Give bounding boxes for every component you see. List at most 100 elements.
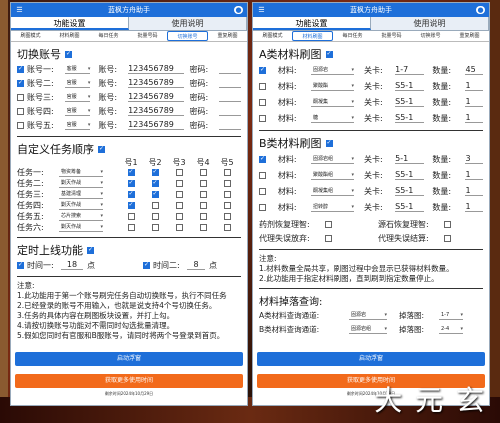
task-account-checkbox[interactable] — [199, 169, 207, 176]
task-account-checkbox[interactable] — [151, 179, 159, 187]
tab-function-settings[interactable]: 功能设置 — [11, 17, 129, 30]
material-checkbox[interactable] — [259, 98, 266, 106]
task-account-checkbox[interactable] — [151, 168, 159, 176]
material-select[interactable]: 聚酸酯 — [311, 82, 354, 91]
stage-input[interactable]: S5-1 — [395, 81, 425, 91]
password-input[interactable] — [219, 78, 241, 88]
qty-input[interactable]: 45 — [465, 65, 484, 75]
task-account-checkbox[interactable] — [127, 201, 135, 209]
material-checkbox[interactable] — [259, 66, 266, 74]
material-select[interactable]: 固源岩组 — [311, 155, 354, 164]
time2-input[interactable]: 8 — [187, 260, 205, 270]
menu-icon[interactable]: ☰ — [257, 6, 266, 14]
account-checkbox[interactable] — [17, 65, 24, 73]
server-select[interactable]: 客服 — [64, 65, 91, 74]
material-select[interactable]: 聚酸酯组 — [311, 171, 354, 180]
task-select[interactable]: 物资筹备 — [59, 168, 103, 177]
subtab-material[interactable]: 材料刷图 — [292, 31, 333, 41]
subtab-daily[interactable]: 每日任务 — [333, 31, 372, 41]
account-input[interactable]: 123456789 — [128, 92, 184, 102]
time1-input[interactable]: 18 — [61, 260, 83, 270]
chat-icon[interactable]: ● — [476, 6, 485, 14]
time2-checkbox[interactable] — [143, 261, 150, 269]
task-account-checkbox[interactable] — [199, 191, 207, 198]
qty-input[interactable]: 1 — [465, 81, 484, 91]
subtab-batch[interactable]: 批量号码 — [372, 31, 411, 41]
task-account-checkbox[interactable] — [223, 213, 231, 220]
a-query-select[interactable]: 固源岩 — [349, 311, 387, 320]
subtab-switch-account[interactable]: 切换账号 — [411, 31, 450, 41]
qty-input[interactable]: 1 — [465, 170, 484, 180]
task-account-checkbox[interactable] — [151, 202, 159, 209]
material-select[interactable]: 糖 — [311, 114, 354, 123]
server-select[interactable]: 官服 — [64, 79, 91, 88]
material-checkbox[interactable] — [259, 155, 266, 163]
account-input[interactable]: 123456789 — [128, 120, 184, 130]
account-input[interactable]: 123456789 — [128, 106, 184, 116]
stage-input[interactable]: S5-1 — [395, 97, 425, 107]
timer-toggle[interactable] — [87, 246, 94, 254]
b-material-toggle[interactable] — [325, 139, 333, 147]
task-account-checkbox[interactable] — [151, 190, 159, 198]
task-account-checkbox[interactable] — [199, 224, 207, 231]
task-select[interactable]: 基建清理 — [59, 190, 103, 199]
task-account-checkbox[interactable] — [127, 168, 135, 176]
account-checkbox[interactable] — [17, 107, 24, 115]
stage-input[interactable]: S5-1 — [395, 170, 425, 180]
account-checkbox[interactable] — [17, 79, 24, 87]
tab-usage-guide[interactable]: 使用说明 — [371, 17, 489, 30]
task-account-checkbox[interactable] — [223, 180, 231, 187]
task-account-checkbox[interactable] — [175, 191, 183, 198]
menu-icon[interactable]: ☰ — [15, 6, 24, 14]
task-order-toggle[interactable] — [98, 145, 105, 153]
stage-input[interactable]: S5-1 — [395, 202, 425, 212]
time1-checkbox[interactable] — [17, 261, 24, 269]
qty-input[interactable]: 3 — [465, 154, 484, 164]
a-drop-select[interactable]: 1-7 — [439, 311, 463, 320]
tab-usage-guide[interactable]: 使用说明 — [129, 17, 247, 30]
password-input[interactable] — [219, 64, 241, 74]
qty-input[interactable]: 1 — [465, 97, 484, 107]
material-select[interactable]: 固源岩 — [311, 66, 354, 75]
task-account-checkbox[interactable] — [127, 213, 135, 220]
tab-function-settings[interactable]: 功能设置 — [253, 17, 371, 30]
proxy-abandon-checkbox[interactable] — [325, 234, 332, 242]
stage-input[interactable]: S5-1 — [395, 113, 425, 123]
task-account-checkbox[interactable] — [127, 224, 135, 231]
stage-input[interactable]: 1-7 — [395, 65, 425, 75]
task-select[interactable]: 剿灭作战 — [59, 223, 103, 232]
material-checkbox[interactable] — [259, 82, 266, 90]
task-select[interactable]: 剿灭作战 — [59, 179, 103, 188]
originium-restore-checkbox[interactable] — [444, 220, 451, 228]
task-account-checkbox[interactable] — [223, 169, 231, 176]
account-input[interactable]: 123456789 — [128, 64, 184, 74]
material-checkbox[interactable] — [259, 187, 266, 195]
start-float-button[interactable]: 启动浮窗 — [257, 352, 485, 366]
task-account-checkbox[interactable] — [175, 224, 183, 231]
get-more-time-button[interactable]: 获取更多使用时间 — [15, 374, 243, 388]
task-account-checkbox[interactable] — [175, 169, 183, 176]
task-account-checkbox[interactable] — [127, 179, 135, 187]
server-select[interactable]: 官服 — [64, 93, 91, 102]
server-select[interactable]: 官服 — [64, 107, 91, 116]
stage-input[interactable]: 5-1 — [395, 154, 425, 164]
task-select[interactable]: 芯片搜索 — [59, 212, 103, 221]
material-select[interactable]: 扭转醇 — [311, 203, 354, 212]
subtab-mode[interactable]: 刷图模式 — [253, 31, 292, 41]
material-select[interactable]: 酮凝集组 — [311, 187, 354, 196]
subtab-batch[interactable]: 批量号码 — [128, 31, 167, 41]
password-input[interactable] — [219, 92, 241, 102]
material-checkbox[interactable] — [259, 114, 266, 122]
subtab-mode[interactable]: 刷图模式 — [11, 31, 50, 41]
task-account-checkbox[interactable] — [223, 191, 231, 198]
task-account-checkbox[interactable] — [175, 202, 183, 209]
server-select[interactable]: 官服 — [64, 121, 91, 130]
subtab-repeat[interactable]: 重复刷图 — [450, 31, 489, 41]
account-checkbox[interactable] — [17, 121, 24, 129]
task-account-checkbox[interactable] — [199, 180, 207, 187]
switch-account-toggle[interactable] — [65, 50, 72, 58]
task-account-checkbox[interactable] — [223, 202, 231, 209]
task-account-checkbox[interactable] — [199, 202, 207, 209]
qty-input[interactable]: 1 — [465, 113, 484, 123]
qty-input[interactable]: 1 — [465, 186, 484, 196]
